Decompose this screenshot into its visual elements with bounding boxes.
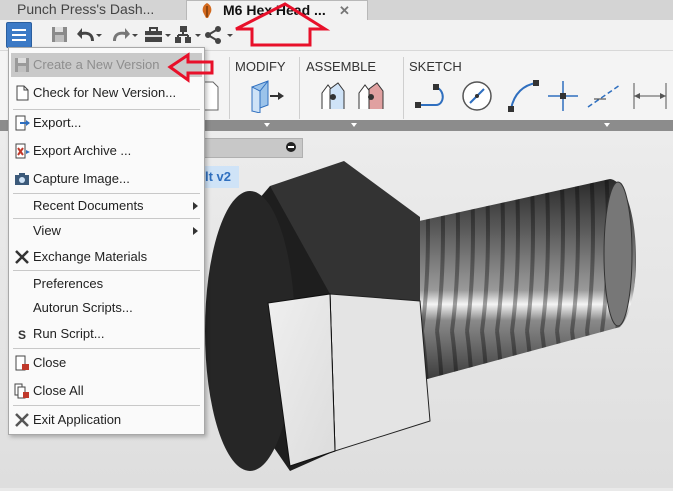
file-menu-button[interactable] <box>6 22 32 48</box>
menu-item-label: Autorun Scripts... <box>33 300 133 315</box>
close-doc-icon <box>15 355 29 371</box>
browser-panel-header[interactable] <box>195 138 303 158</box>
menu-separator <box>13 405 200 406</box>
menu-item-label: Capture Image... <box>33 171 130 186</box>
menu-item-exchange-materials[interactable]: Exchange Materials <box>11 245 202 269</box>
menu-item-autorun-scripts[interactable]: Autorun Scripts... <box>11 296 202 320</box>
save-icon <box>15 58 29 72</box>
menu-item-exit-application[interactable]: Exit Application <box>11 408 202 432</box>
document-icon[interactable] <box>205 81 219 111</box>
ribbon-group-sketch[interactable]: SKETCH <box>409 59 462 74</box>
bolt-threads <box>392 179 637 381</box>
menu-item-label: Exit Application <box>33 412 122 427</box>
menu-item-create-new-version[interactable]: Create a New Version <box>11 53 202 77</box>
save-icon[interactable] <box>50 23 70 47</box>
construction-line-icon[interactable] <box>586 79 622 113</box>
point-icon[interactable] <box>546 79 580 113</box>
ribbon-separator <box>299 57 300 119</box>
share-icon[interactable] <box>204 23 238 47</box>
line-icon[interactable] <box>414 81 450 111</box>
menu-item-check-for-new-version[interactable]: Check for New Version... <box>11 81 202 105</box>
bolt-tip <box>603 181 633 327</box>
redo-icon[interactable] <box>110 23 138 47</box>
menu-item-label: Export... <box>33 115 82 130</box>
svg-text:S: S <box>18 328 26 342</box>
file-menu-dropdown: Create a New Version Check for New Versi… <box>8 47 205 435</box>
tab-punch-press-dashboard[interactable]: Punch Press's Dash... <box>0 0 186 20</box>
menu-item-label: Run Script... <box>33 326 105 341</box>
menu-item-label: Preferences <box>33 276 104 291</box>
menu-item-export[interactable]: Export... <box>11 111 202 135</box>
tab-label: M6 Hex Head ... <box>223 2 326 18</box>
exit-icon <box>15 413 29 427</box>
menu-item-close-all[interactable]: Close All <box>11 379 202 403</box>
tab-label: Punch Press's Dash... <box>17 1 155 17</box>
as-built-joint-icon[interactable] <box>356 79 392 113</box>
menu-item-label: Check for New Version... <box>33 85 177 100</box>
hierarchy-icon[interactable] <box>174 23 202 47</box>
toolbox-icon[interactable] <box>144 23 172 47</box>
assemble-dropdown-icon[interactable] <box>351 123 357 127</box>
ribbon-group-assemble[interactable]: ASSEMBLE <box>306 59 376 74</box>
dimension-icon[interactable] <box>630 79 670 113</box>
tab-m6-hex-head[interactable]: M6 Hex Head ... ✕ <box>186 0 368 20</box>
menu-item-run-script[interactable]: S Run Script... <box>11 322 202 346</box>
close-tab-icon[interactable]: ✕ <box>339 1 350 20</box>
menu-item-label: Exchange Materials <box>33 249 148 264</box>
menu-item-recent-documents[interactable]: Recent Documents <box>11 194 202 218</box>
export-archive-icon <box>15 143 30 159</box>
ribbon-separator <box>403 57 404 119</box>
menu-item-label: Close <box>33 355 67 370</box>
ribbon-group-modify[interactable]: MODIFY <box>235 59 286 74</box>
document-icon <box>16 85 29 101</box>
export-icon <box>15 115 30 131</box>
menu-icon <box>12 29 26 41</box>
modify-dropdown-icon[interactable] <box>264 123 270 127</box>
menu-item-capture-image[interactable]: Capture Image... <box>11 167 202 191</box>
menu-item-label: Create a New Version <box>33 57 160 72</box>
ribbon-separator <box>229 57 230 119</box>
menu-item-label: Export Archive ... <box>33 143 132 158</box>
sketch-dropdown-icon[interactable] <box>604 123 610 127</box>
design-document-icon <box>202 3 212 18</box>
script-icon: S <box>18 328 26 342</box>
undo-icon[interactable] <box>76 23 102 47</box>
menu-item-label: Close All <box>33 383 84 398</box>
document-tab-bar: Punch Press's Dash... M6 Hex Head ... ✕ <box>0 0 673 20</box>
menu-item-view[interactable]: View <box>11 219 202 243</box>
exchange-icon <box>15 250 29 264</box>
collapse-icon[interactable] <box>286 142 296 152</box>
menu-separator <box>13 270 200 271</box>
joint-icon[interactable] <box>318 79 348 113</box>
camera-icon <box>15 173 29 185</box>
submenu-arrow-icon <box>193 202 198 210</box>
submenu-arrow-icon <box>193 227 198 235</box>
menu-item-label: Recent Documents <box>33 198 144 213</box>
menu-item-export-archive[interactable]: Export Archive ... <box>11 139 202 163</box>
arc-icon[interactable] <box>506 79 540 113</box>
menu-separator <box>13 348 200 349</box>
menu-item-preferences[interactable]: Preferences <box>11 272 202 296</box>
close-all-icon <box>14 383 29 399</box>
press-pull-icon[interactable] <box>244 79 286 113</box>
menu-item-close[interactable]: Close <box>11 351 202 375</box>
circle-icon[interactable] <box>460 79 494 113</box>
hex-head-side <box>329 293 431 452</box>
menu-item-label: View <box>33 223 61 238</box>
menu-separator <box>13 109 200 110</box>
